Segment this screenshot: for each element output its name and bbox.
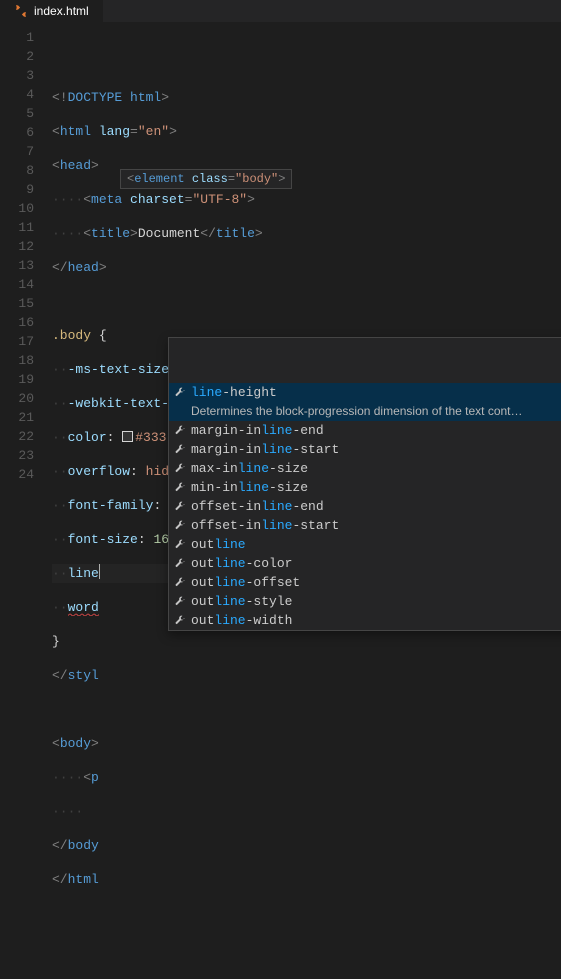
code-line[interactable]: ····<title>Document</title> [52,224,561,243]
autocomplete-label: offset-inline-end [191,499,324,514]
line-number: 10 [0,199,52,218]
autocomplete-item[interactable]: outline-offset [169,573,561,592]
line-number: 4 [0,85,52,104]
autocomplete-label: outline-width [191,613,292,628]
autocomplete-label: outline-offset [191,575,300,590]
autocomplete-item[interactable]: margin-inline-end [169,421,561,440]
autocomplete-item[interactable]: offset-inline-end [169,497,561,516]
line-number: 24 [0,465,52,484]
line-number: 19 [0,370,52,389]
line-number: 22 [0,427,52,446]
line-number: 11 [0,218,52,237]
code-line[interactable]: ···· [52,802,561,821]
autocomplete-item[interactable]: line-height [169,383,561,402]
autocomplete-item[interactable]: min-inline-size [169,478,561,497]
line-number: 1 [0,28,52,47]
html-file-icon [14,4,28,18]
line-number: 17 [0,332,52,351]
autocomplete-label: outline [191,537,246,552]
code-line[interactable] [52,292,561,311]
code-line[interactable]: ····<meta charset="UTF-8"> [52,190,561,209]
line-number: 20 [0,389,52,408]
tab-index-html[interactable]: index.html [0,0,103,22]
autocomplete-item[interactable]: offset-inline-start [169,516,561,535]
wrench-icon [173,539,187,551]
wrench-icon [173,444,187,456]
error-underline: word [68,600,99,616]
line-number: 7 [0,142,52,161]
line-number: 13 [0,256,52,275]
code-line[interactable]: <!DOCTYPE html> [52,88,561,107]
autocomplete-item[interactable]: outline [169,535,561,554]
tab-filename: index.html [34,4,89,18]
wrench-icon [173,577,187,589]
code-line[interactable]: </head> [52,258,561,277]
autocomplete-label: offset-inline-start [191,518,339,533]
line-number: 12 [0,237,52,256]
autocomplete-label: line-height [191,385,277,400]
autocomplete-doc: Determines the block-progression dimensi… [169,402,561,421]
line-number: 15 [0,294,52,313]
wrench-icon [173,387,187,399]
line-number: 21 [0,408,52,427]
autocomplete-label: outline-color [191,556,292,571]
line-number: 8 [0,161,52,180]
wrench-icon [173,425,187,437]
line-number: 5 [0,104,52,123]
text-cursor [99,564,100,579]
autocomplete-label: max-inline-size [191,461,308,476]
line-number: 3 [0,66,52,85]
line-number: 9 [0,180,52,199]
wrench-icon [173,463,187,475]
code-line[interactable] [52,700,561,719]
code-line[interactable]: </body [52,836,561,855]
autocomplete-item[interactable]: max-inline-size [169,459,561,478]
code-line[interactable]: <body> [52,734,561,753]
line-number: 6 [0,123,52,142]
code-area[interactable]: <element class="body"> <!DOCTYPE html> <… [52,22,561,979]
color-swatch-icon [122,431,133,442]
autocomplete-popup[interactable]: line-height Determines the block-progress… [168,337,561,631]
autocomplete-item[interactable]: margin-inline-start [169,440,561,459]
autocomplete-item[interactable]: outline-style [169,592,561,611]
autocomplete-label: margin-inline-end [191,423,324,438]
autocomplete-label: margin-inline-start [191,442,339,457]
autocomplete-doc-text: Determines the block-progression dimensi… [191,404,523,418]
wrench-icon [173,501,187,513]
wrench-icon [173,520,187,532]
autocomplete-item[interactable]: outline-color [169,554,561,573]
line-number: 16 [0,313,52,332]
line-number: 18 [0,351,52,370]
selector-hint-tooltip: <element class="body"> [120,169,292,189]
code-line[interactable]: <html lang="en"> [52,122,561,141]
wrench-icon [173,558,187,570]
autocomplete-item[interactable]: outline-width [169,611,561,630]
code-line[interactable]: ····<p [52,768,561,787]
autocomplete-label: outline-style [191,594,292,609]
code-line[interactable]: </styl [52,666,561,685]
line-number-gutter: 123456789101112131415161718192021222324 [0,22,52,979]
code-line[interactable]: </html [52,870,561,889]
wrench-icon [173,615,187,627]
tab-bar: index.html [0,0,561,22]
wrench-icon [173,596,187,608]
line-number: 23 [0,446,52,465]
editor[interactable]: 123456789101112131415161718192021222324 … [0,22,561,979]
code-line[interactable]: } [52,632,561,651]
wrench-icon [173,482,187,494]
line-number: 14 [0,275,52,294]
line-number: 2 [0,47,52,66]
autocomplete-label: min-inline-size [191,480,308,495]
